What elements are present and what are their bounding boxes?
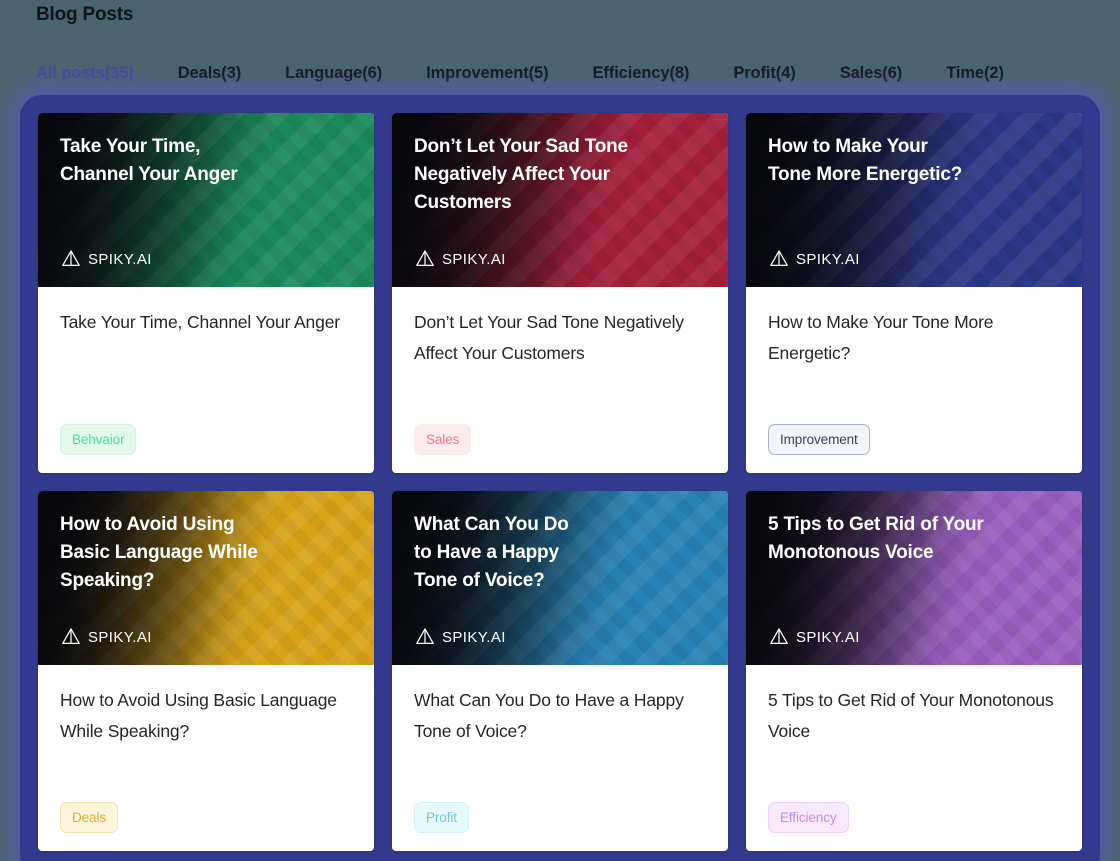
card-hero-title: How to Make Your Tone More Energetic? bbox=[768, 136, 963, 185]
blog-post-card[interactable]: 5 Tips to Get Rid of Your Monotonous Voi… bbox=[746, 491, 1082, 851]
brand-name: SPIKY.AI bbox=[88, 628, 152, 646]
card-hero-title: How to Avoid Using Basic Language While … bbox=[60, 514, 258, 591]
card-hero-title: What Can You Do to Have a Happy Tone of … bbox=[414, 514, 569, 591]
brand-name: SPIKY.AI bbox=[442, 628, 506, 646]
card-heading: How to Avoid Using Basic Language While … bbox=[60, 690, 337, 741]
card-hero: How to Avoid Using Basic Language While … bbox=[38, 491, 374, 665]
status-badge[interactable]: Profit bbox=[414, 801, 469, 833]
card-body: Take Your Time, Channel Your Anger Behva… bbox=[38, 287, 374, 473]
spiky-triangle-logo-icon bbox=[60, 626, 82, 648]
tab-improvement[interactable]: Improvement(5) bbox=[426, 62, 592, 84]
card-hero: What Can You Do to Have a Happy Tone of … bbox=[392, 491, 728, 665]
brand-lockup: SPIKY.AI bbox=[414, 248, 506, 270]
card-tag-row: Sales bbox=[414, 423, 706, 455]
status-badge[interactable]: Deals bbox=[60, 801, 119, 833]
category-tabs: All posts(35) Deals(3) Language(6) Impro… bbox=[36, 62, 1004, 84]
status-badge[interactable]: Improvement bbox=[768, 423, 870, 455]
brand-lockup: SPIKY.AI bbox=[60, 626, 152, 648]
blog-post-card[interactable]: Take Your Time, Channel Your Anger SPIKY… bbox=[38, 113, 374, 473]
card-tag-row: Behvaior bbox=[60, 423, 352, 455]
blog-post-card[interactable]: What Can You Do to Have a Happy Tone of … bbox=[392, 491, 728, 851]
tab-deals[interactable]: Deals(3) bbox=[178, 62, 285, 84]
tab-efficiency[interactable]: Efficiency(8) bbox=[593, 62, 734, 84]
brand-name: SPIKY.AI bbox=[88, 250, 152, 268]
card-hero: Take Your Time, Channel Your Anger SPIKY… bbox=[38, 113, 374, 287]
tab-time[interactable]: Time(2) bbox=[946, 62, 1004, 84]
blog-post-card[interactable]: How to Make Your Tone More Energetic? SP… bbox=[746, 113, 1082, 473]
status-badge[interactable]: Behvaior bbox=[60, 423, 137, 455]
card-tag-row: Improvement bbox=[768, 423, 1060, 455]
card-hero: Don’t Let Your Sad Tone Negatively Affec… bbox=[392, 113, 728, 287]
card-hero-title: 5 Tips to Get Rid of Your Monotonous Voi… bbox=[768, 514, 984, 563]
spiky-triangle-logo-icon bbox=[768, 626, 790, 648]
card-hero: 5 Tips to Get Rid of Your Monotonous Voi… bbox=[746, 491, 1082, 665]
tab-sales[interactable]: Sales(6) bbox=[840, 62, 947, 84]
brand-name: SPIKY.AI bbox=[796, 250, 860, 268]
spiky-triangle-logo-icon bbox=[60, 248, 82, 270]
blog-post-card[interactable]: How to Avoid Using Basic Language While … bbox=[38, 491, 374, 851]
card-hero-title: Don’t Let Your Sad Tone Negatively Affec… bbox=[414, 136, 628, 213]
card-hero: How to Make Your Tone More Energetic? SP… bbox=[746, 113, 1082, 287]
spiky-triangle-logo-icon bbox=[414, 626, 436, 648]
spiky-triangle-logo-icon bbox=[768, 248, 790, 270]
card-heading: 5 Tips to Get Rid of Your Monotonous Voi… bbox=[768, 690, 1054, 741]
card-hero-title: Take Your Time, Channel Your Anger bbox=[60, 136, 238, 185]
blog-posts-panel: Take Your Time, Channel Your Anger SPIKY… bbox=[20, 95, 1100, 861]
brand-lockup: SPIKY.AI bbox=[768, 626, 860, 648]
status-badge[interactable]: Efficiency bbox=[768, 801, 849, 833]
card-tag-row: Profit bbox=[414, 801, 706, 833]
brand-name: SPIKY.AI bbox=[796, 628, 860, 646]
tab-profit[interactable]: Profit(4) bbox=[733, 62, 839, 84]
card-heading: Take Your Time, Channel Your Anger bbox=[60, 312, 340, 332]
tab-language[interactable]: Language(6) bbox=[285, 62, 426, 84]
blog-posts-grid: Take Your Time, Channel Your Anger SPIKY… bbox=[38, 113, 1082, 851]
card-heading: What Can You Do to Have a Happy Tone of … bbox=[414, 690, 684, 741]
tab-all-posts[interactable]: All posts(35) bbox=[36, 62, 178, 84]
blog-post-card[interactable]: Don’t Let Your Sad Tone Negatively Affec… bbox=[392, 113, 728, 473]
status-badge[interactable]: Sales bbox=[414, 423, 472, 455]
card-body: How to Avoid Using Basic Language While … bbox=[38, 665, 374, 851]
card-heading: How to Make Your Tone More Energetic? bbox=[768, 312, 994, 363]
card-body: How to Make Your Tone More Energetic? Im… bbox=[746, 287, 1082, 473]
brand-name: SPIKY.AI bbox=[442, 250, 506, 268]
brand-lockup: SPIKY.AI bbox=[60, 248, 152, 270]
brand-lockup: SPIKY.AI bbox=[414, 626, 506, 648]
page-title: Blog Posts bbox=[36, 4, 134, 25]
card-body: What Can You Do to Have a Happy Tone of … bbox=[392, 665, 728, 851]
card-tag-row: Efficiency bbox=[768, 801, 1060, 833]
card-body: Don’t Let Your Sad Tone Negatively Affec… bbox=[392, 287, 728, 473]
spiky-triangle-logo-icon bbox=[414, 248, 436, 270]
card-tag-row: Deals bbox=[60, 801, 352, 833]
brand-lockup: SPIKY.AI bbox=[768, 248, 860, 270]
card-body: 5 Tips to Get Rid of Your Monotonous Voi… bbox=[746, 665, 1082, 851]
card-heading: Don’t Let Your Sad Tone Negatively Affec… bbox=[414, 312, 684, 363]
